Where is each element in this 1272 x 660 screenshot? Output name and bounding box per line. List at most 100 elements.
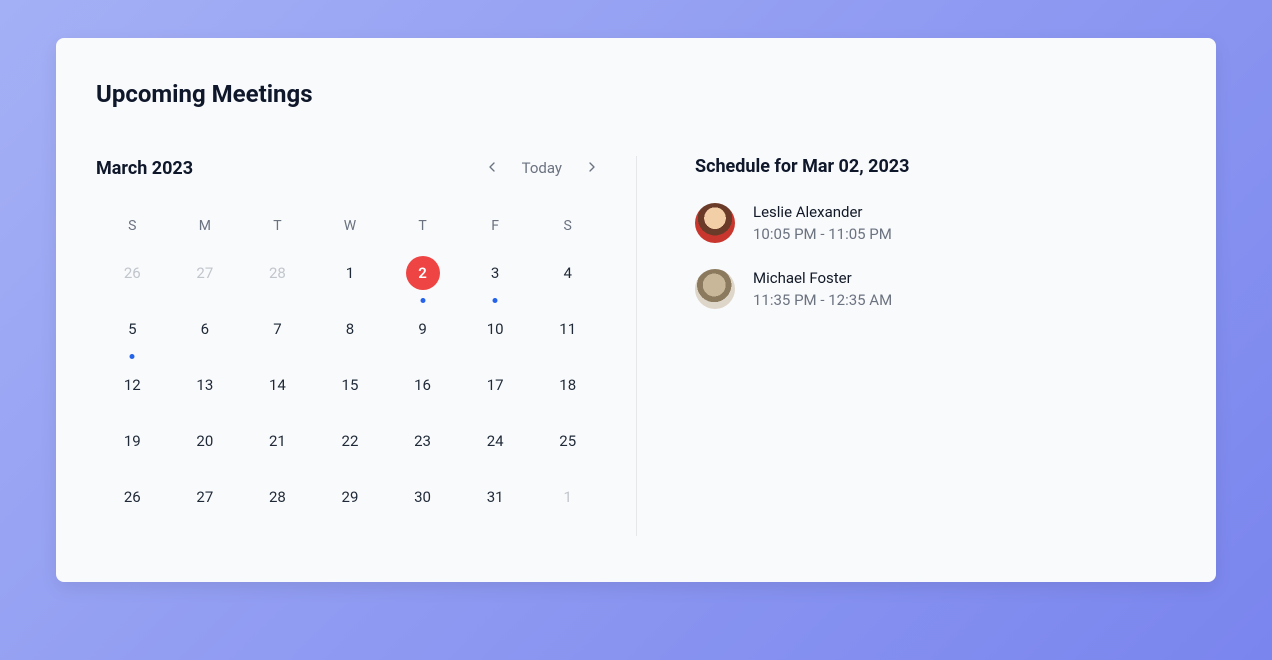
calendar-day[interactable]: 1: [531, 480, 604, 536]
prev-month-button[interactable]: [480, 156, 504, 180]
calendar-dow: S: [531, 218, 604, 256]
calendar-day[interactable]: 17: [459, 368, 532, 424]
meeting-info: Michael Foster 11:35 PM - 12:35 AM: [753, 269, 892, 309]
calendar-day[interactable]: 14: [241, 368, 314, 424]
calendar-day-number: 13: [188, 368, 222, 402]
calendar-day-number: 14: [260, 368, 294, 402]
calendar-day-number: 20: [188, 424, 222, 458]
page-title: Upcoming Meetings: [96, 80, 1176, 108]
calendar-day-number: 22: [333, 424, 367, 458]
calendar-day[interactable]: 31: [459, 480, 532, 536]
calendar-day-number: 28: [260, 480, 294, 514]
calendar-day[interactable]: 1: [314, 256, 387, 312]
avatar: [695, 203, 735, 243]
meeting-item[interactable]: Leslie Alexander 10:05 PM - 11:05 PM: [695, 203, 1176, 243]
calendar-day[interactable]: 30: [386, 480, 459, 536]
calendar-day-number: 11: [551, 312, 585, 346]
calendar-day-number: 5: [115, 312, 149, 346]
calendar-day[interactable]: 23: [386, 424, 459, 480]
calendar-day[interactable]: 25: [531, 424, 604, 480]
chevron-left-icon: [484, 159, 500, 178]
calendar-day[interactable]: 5: [96, 312, 169, 368]
calendar-header: March 2023 Today: [96, 156, 604, 180]
calendar-dow-row: SMTWTFS: [96, 218, 604, 256]
calendar-day-number: 24: [478, 424, 512, 458]
calendar-day[interactable]: 19: [96, 424, 169, 480]
calendar-day[interactable]: 26: [96, 256, 169, 312]
content-row: March 2023 Today SMTWTFS 2: [96, 156, 1176, 536]
calendar-day[interactable]: 21: [241, 424, 314, 480]
meetings-list: Leslie Alexander 10:05 PM - 11:05 PM Micha…: [695, 203, 1176, 309]
meeting-info: Leslie Alexander 10:05 PM - 11:05 PM: [753, 203, 892, 243]
calendar-day-number: 19: [115, 424, 149, 458]
calendar-dow: W: [314, 218, 387, 256]
next-month-button[interactable]: [580, 156, 604, 180]
calendar-day[interactable]: 18: [531, 368, 604, 424]
calendar-day-number: 23: [406, 424, 440, 458]
calendar-day-number: 30: [406, 480, 440, 514]
calendar-day-number: 31: [478, 480, 512, 514]
calendar-day[interactable]: 15: [314, 368, 387, 424]
schedule-section: Schedule for Mar 02, 2023 Leslie Alexand…: [637, 156, 1176, 536]
calendar-day-number: 2: [406, 256, 440, 290]
meetings-card: Upcoming Meetings March 2023 Today: [56, 38, 1216, 582]
calendar-day-number: 1: [551, 480, 585, 514]
calendar-day[interactable]: 12: [96, 368, 169, 424]
calendar-day-number: 6: [188, 312, 222, 346]
calendar-day-number: 27: [188, 256, 222, 290]
calendar-dow: F: [459, 218, 532, 256]
calendar-day[interactable]: 16: [386, 368, 459, 424]
calendar-day[interactable]: 22: [314, 424, 387, 480]
calendar-day[interactable]: 28: [241, 256, 314, 312]
calendar-day-number: 29: [333, 480, 367, 514]
calendar-day[interactable]: 7: [241, 312, 314, 368]
calendar-day[interactable]: 24: [459, 424, 532, 480]
calendar-day[interactable]: 27: [169, 256, 242, 312]
calendar-day[interactable]: 2: [386, 256, 459, 312]
schedule-heading: Schedule for Mar 02, 2023: [695, 156, 1176, 177]
calendar-dow: T: [241, 218, 314, 256]
meeting-item[interactable]: Michael Foster 11:35 PM - 12:35 AM: [695, 269, 1176, 309]
calendar-day-number: 8: [333, 312, 367, 346]
today-button[interactable]: Today: [522, 159, 562, 177]
calendar-day-number: 25: [551, 424, 585, 458]
calendar-day-number: 12: [115, 368, 149, 402]
calendar-day-number: 4: [551, 256, 585, 290]
meeting-name: Leslie Alexander: [753, 203, 892, 221]
calendar-day-number: 7: [260, 312, 294, 346]
calendar-day[interactable]: 20: [169, 424, 242, 480]
calendar-dow: S: [96, 218, 169, 256]
avatar: [695, 269, 735, 309]
calendar-dow: M: [169, 218, 242, 256]
calendar-day-number: 21: [260, 424, 294, 458]
calendar-day[interactable]: 8: [314, 312, 387, 368]
calendar-day[interactable]: 10: [459, 312, 532, 368]
event-dot-icon: [420, 298, 425, 303]
calendar-day[interactable]: 29: [314, 480, 387, 536]
calendar-day-number: 26: [115, 256, 149, 290]
calendar-day-number: 28: [260, 256, 294, 290]
meeting-time: 10:05 PM - 11:05 PM: [753, 225, 892, 243]
calendar-day[interactable]: 9: [386, 312, 459, 368]
calendar-day[interactable]: 28: [241, 480, 314, 536]
calendar-section: March 2023 Today SMTWTFS 2: [96, 156, 636, 536]
calendar-day-number: 9: [406, 312, 440, 346]
calendar-days-grid: 2627281234567891011121314151617181920212…: [96, 256, 604, 536]
calendar-controls: Today: [480, 156, 604, 180]
calendar-day-number: 10: [478, 312, 512, 346]
meeting-name: Michael Foster: [753, 269, 892, 287]
calendar-day[interactable]: 4: [531, 256, 604, 312]
event-dot-icon: [493, 298, 498, 303]
calendar-day-number: 27: [188, 480, 222, 514]
calendar-day[interactable]: 13: [169, 368, 242, 424]
calendar-dow: T: [386, 218, 459, 256]
calendar-day[interactable]: 6: [169, 312, 242, 368]
calendar-day-number: 26: [115, 480, 149, 514]
calendar-day[interactable]: 11: [531, 312, 604, 368]
meeting-time: 11:35 PM - 12:35 AM: [753, 291, 892, 309]
calendar-day[interactable]: 26: [96, 480, 169, 536]
calendar-day-number: 1: [333, 256, 367, 290]
calendar-month-label: March 2023: [96, 158, 193, 179]
calendar-day[interactable]: 3: [459, 256, 532, 312]
calendar-day[interactable]: 27: [169, 480, 242, 536]
